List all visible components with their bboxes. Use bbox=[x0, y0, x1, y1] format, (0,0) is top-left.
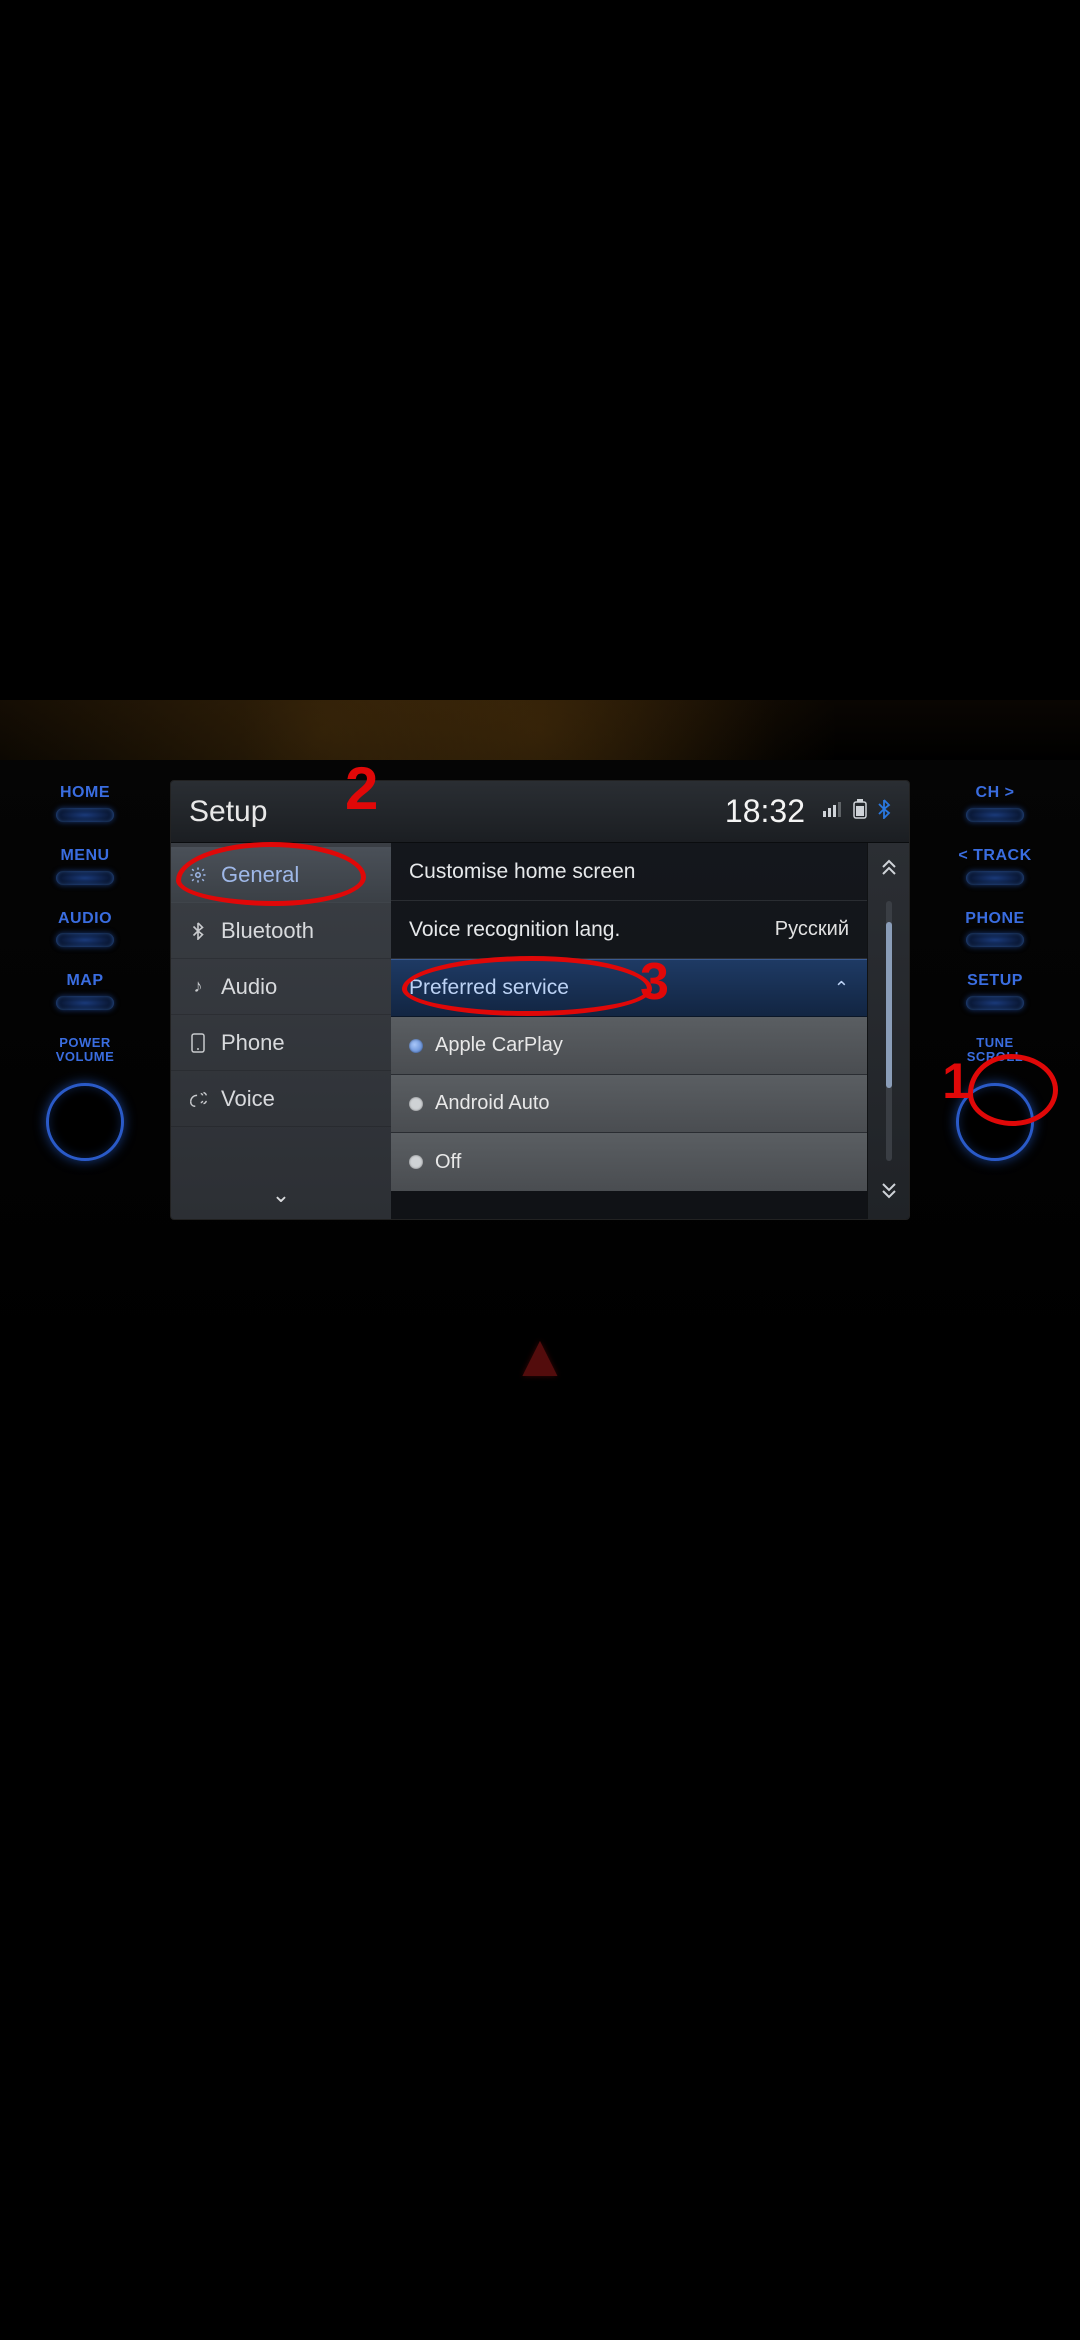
tune-knob[interactable] bbox=[956, 1083, 1034, 1161]
row-preferred-service[interactable]: Preferred service ⌃ bbox=[391, 959, 867, 1017]
physical-buttons-right: CH > < TRACK PHONE SETUP TUNE SCROLL bbox=[940, 785, 1050, 1161]
settings-content: Customise home screen Voice recognition … bbox=[391, 843, 909, 1219]
button-slot bbox=[966, 996, 1024, 1010]
button-slot bbox=[56, 808, 114, 822]
status-icons bbox=[823, 799, 891, 824]
row-option-android-auto[interactable]: Android Auto bbox=[391, 1075, 867, 1133]
sidebar-item-audio[interactable]: ♪ Audio bbox=[171, 959, 391, 1015]
row-option-carplay[interactable]: Apple CarPlay bbox=[391, 1017, 867, 1075]
tune-scroll-knob-group: TUNE SCROLL bbox=[956, 1036, 1034, 1161]
double-chevron-up-icon bbox=[881, 859, 897, 882]
gear-icon bbox=[187, 866, 209, 884]
volume-knob[interactable] bbox=[46, 1083, 124, 1161]
button-slot bbox=[56, 996, 114, 1010]
sidebar-item-bluetooth[interactable]: Bluetooth bbox=[171, 903, 391, 959]
scroll-up-button[interactable] bbox=[868, 843, 909, 897]
screen-body: General Bluetooth ♪ Audio Phone bbox=[171, 843, 909, 1219]
bluetooth-icon bbox=[877, 799, 891, 824]
radio-indicator bbox=[409, 1097, 423, 1111]
screen-title: Setup bbox=[189, 795, 267, 829]
physical-buttons-left: HOME MENU AUDIO MAP POWER VOLUME bbox=[30, 785, 140, 1161]
map-label: MAP bbox=[66, 973, 103, 990]
settings-rows: Customise home screen Voice recognition … bbox=[391, 843, 867, 1219]
phone-label: PHONE bbox=[965, 911, 1024, 928]
radio-indicator bbox=[409, 1155, 423, 1169]
home-label: HOME bbox=[60, 785, 110, 802]
button-slot bbox=[56, 933, 114, 947]
clock: 18:32 bbox=[725, 793, 805, 830]
signal-icon bbox=[823, 801, 843, 822]
voice-icon bbox=[187, 1090, 209, 1108]
sidebar-item-label: Audio bbox=[221, 974, 277, 1000]
scroll-thumb[interactable] bbox=[886, 922, 892, 1088]
chevron-down-icon: ⌄ bbox=[272, 1182, 290, 1208]
menu-label: MENU bbox=[60, 848, 109, 865]
menu-button[interactable]: MENU bbox=[56, 848, 114, 885]
sidebar-item-label: Bluetooth bbox=[221, 918, 314, 944]
radio-indicator bbox=[409, 1039, 423, 1053]
phone-button[interactable]: PHONE bbox=[965, 911, 1024, 948]
row-voice-lang[interactable]: Voice recognition lang. Русский bbox=[391, 901, 867, 959]
row-label: Customise home screen bbox=[409, 860, 849, 884]
row-option-off[interactable]: Off bbox=[391, 1133, 867, 1191]
smartphone-icon bbox=[187, 1033, 209, 1053]
audio-button[interactable]: AUDIO bbox=[56, 911, 114, 948]
scroll-down-button[interactable] bbox=[868, 1165, 909, 1219]
music-note-icon: ♪ bbox=[187, 976, 209, 997]
channel-button[interactable]: CH > bbox=[966, 785, 1024, 822]
content-scrollbar bbox=[867, 843, 909, 1219]
power-volume-knob-group: POWER VOLUME bbox=[46, 1036, 124, 1161]
button-slot bbox=[56, 871, 114, 885]
setup-button[interactable]: SETUP bbox=[966, 973, 1024, 1010]
option-label: Off bbox=[435, 1151, 461, 1174]
ambient-light bbox=[0, 700, 1080, 760]
tune-scroll-label: TUNE SCROLL bbox=[967, 1036, 1023, 1063]
sidebar-item-general[interactable]: General bbox=[171, 847, 391, 903]
scroll-track[interactable] bbox=[886, 901, 892, 1161]
channel-label: CH > bbox=[976, 785, 1015, 802]
home-button[interactable]: HOME bbox=[56, 785, 114, 822]
button-slot bbox=[966, 808, 1024, 822]
sidebar-item-phone[interactable]: Phone bbox=[171, 1015, 391, 1071]
settings-sidebar: General Bluetooth ♪ Audio Phone bbox=[171, 843, 391, 1219]
sidebar-item-label: General bbox=[221, 862, 299, 888]
option-label: Apple CarPlay bbox=[435, 1034, 563, 1057]
infotainment-screen: Setup 18:32 General bbox=[170, 780, 910, 1220]
car-dashboard: HOME MENU AUDIO MAP POWER VOLUME CH > < … bbox=[0, 760, 1080, 1380]
row-customise-home[interactable]: Customise home screen bbox=[391, 843, 867, 901]
track-button[interactable]: < TRACK bbox=[958, 848, 1031, 885]
screen-header: Setup 18:32 bbox=[171, 781, 909, 843]
map-button[interactable]: MAP bbox=[56, 973, 114, 1010]
row-label: Preferred service bbox=[409, 976, 822, 1000]
row-label: Voice recognition lang. bbox=[409, 918, 763, 942]
power-volume-label: POWER VOLUME bbox=[56, 1036, 115, 1063]
double-chevron-down-icon bbox=[881, 1181, 897, 1204]
button-slot bbox=[966, 933, 1024, 947]
row-value: Русский bbox=[775, 918, 849, 941]
chevron-up-icon: ⌃ bbox=[834, 978, 849, 999]
track-label: < TRACK bbox=[958, 848, 1031, 865]
bluetooth-icon bbox=[187, 922, 209, 940]
option-label: Android Auto bbox=[435, 1092, 550, 1115]
setup-label: SETUP bbox=[967, 973, 1023, 990]
sidebar-item-label: Phone bbox=[221, 1030, 285, 1056]
button-slot bbox=[966, 871, 1024, 885]
sidebar-item-voice[interactable]: Voice bbox=[171, 1071, 391, 1127]
sidebar-more[interactable]: ⌄ bbox=[171, 1171, 391, 1219]
audio-label: AUDIO bbox=[58, 911, 112, 928]
sidebar-item-label: Voice bbox=[221, 1086, 275, 1112]
hazard-triangle-icon: ▲ bbox=[510, 1321, 569, 1390]
battery-icon bbox=[853, 799, 867, 824]
